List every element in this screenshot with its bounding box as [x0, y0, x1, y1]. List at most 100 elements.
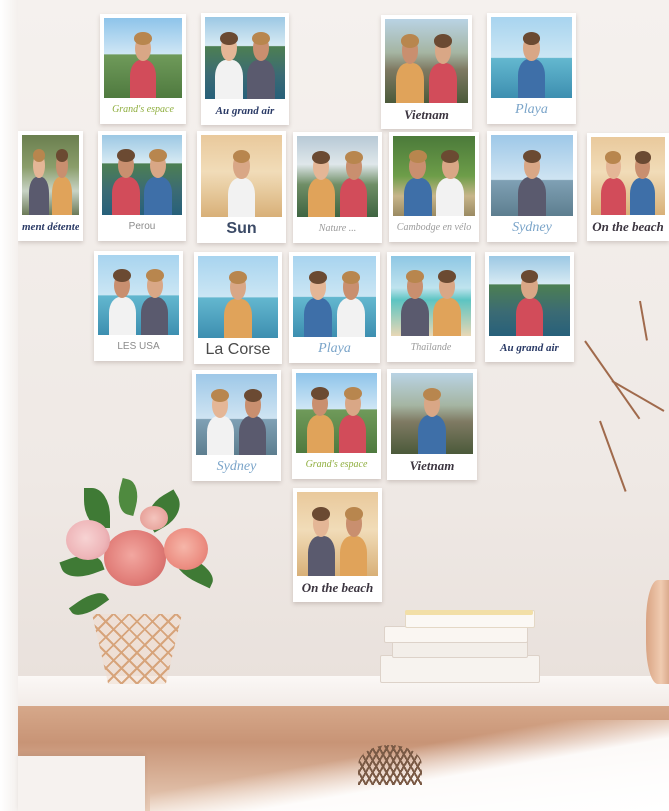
person-body: [238, 416, 267, 455]
person-body: [29, 176, 49, 215]
person-body: [303, 298, 332, 337]
polaroid-photo: Sydney: [487, 131, 577, 242]
polaroid-image: [297, 492, 378, 576]
person-body: [518, 177, 546, 216]
polaroid-image: [201, 135, 282, 217]
polaroid-image: [198, 256, 278, 338]
person-hair: [343, 387, 362, 401]
polaroid-image: [293, 256, 376, 337]
person-body: [433, 297, 461, 336]
person-body: [336, 298, 366, 337]
polaroid-caption: Playa: [318, 341, 351, 356]
person-hair: [229, 270, 247, 284]
polaroid-photo: Sydney: [192, 370, 281, 481]
polaroid-image: [391, 373, 473, 454]
polaroid-caption: ment détente: [22, 221, 79, 233]
polaroid-photo: Playa: [289, 252, 380, 363]
polaroid-image: [205, 17, 285, 99]
polaroid-image: [591, 137, 665, 215]
person-body: [395, 62, 424, 103]
person-hair: [145, 269, 164, 283]
person-body: [515, 297, 544, 336]
person-hair: [312, 150, 331, 164]
person-hair: [344, 150, 363, 164]
person-body: [436, 177, 465, 216]
polaroid-image: [385, 19, 468, 103]
person-body: [338, 414, 367, 453]
polaroid-caption: LES USA: [117, 341, 160, 352]
wicker-ball: [358, 745, 422, 785]
person-hair: [312, 507, 331, 521]
person-body: [112, 176, 140, 215]
person-hair: [149, 149, 167, 163]
polaroid-caption: Sydney: [216, 459, 257, 474]
person-hair: [117, 149, 135, 163]
polaroid-photo: Vietnam: [387, 369, 477, 480]
person-body: [307, 535, 336, 576]
polaroid-caption: Thaïlande: [410, 342, 452, 353]
person-body: [108, 296, 137, 335]
polaroid-caption: On the beach: [301, 580, 374, 595]
polaroid-photo: Cambodge en vélo: [389, 132, 479, 242]
person-hair: [433, 34, 453, 48]
person-hair: [634, 151, 651, 164]
person-body: [215, 59, 243, 99]
person-body: [600, 177, 626, 215]
polaroid-image: [104, 18, 182, 98]
polaroid-image: [98, 255, 179, 335]
person-body: [307, 178, 336, 217]
polaroid-caption: Perou: [128, 221, 156, 232]
polaroid-caption: Sun: [226, 220, 257, 237]
person-body: [247, 59, 275, 99]
polaroid-photo: On the beach: [587, 133, 669, 241]
polaroid-photo: Grand's espace: [100, 14, 186, 124]
polaroid-photo: Nature ...: [293, 132, 382, 243]
person-hair: [408, 150, 427, 164]
person-hair: [344, 507, 363, 521]
polaroid-caption: On the beach: [592, 219, 664, 234]
polaroid-photo: Au grand air: [485, 252, 574, 362]
person-body: [129, 59, 157, 98]
person-body: [339, 178, 368, 217]
polaroid-photo: LES USA: [94, 251, 183, 361]
polaroid-photo: Thaïlande: [387, 252, 475, 362]
polaroid-image: [297, 136, 378, 217]
person-body: [144, 176, 172, 215]
person-body: [52, 176, 72, 215]
polaroid-photo: Grand's espace: [292, 369, 381, 479]
person-body: [630, 177, 656, 215]
copper-vase: [646, 580, 669, 684]
person-body: [428, 62, 458, 103]
person-body: [224, 298, 252, 338]
polaroid-photo: La Corse: [194, 252, 282, 364]
person-hair: [308, 270, 328, 284]
person-hair: [243, 388, 262, 402]
person-hair: [522, 31, 541, 45]
polaroid-caption: La Corse: [205, 341, 271, 358]
polaroid-image: [102, 135, 182, 215]
polaroid-photo: Sun: [197, 131, 286, 243]
polaroid-caption: Au grand air: [215, 105, 275, 117]
white-stool: [18, 756, 145, 811]
person-hair: [406, 270, 424, 284]
polaroid-caption: Grand's espace: [305, 459, 368, 470]
polaroid-photo: On the beach: [293, 488, 382, 602]
person-body: [140, 296, 169, 335]
polaroid-caption: Vietnam: [409, 458, 455, 473]
polaroid-image: [491, 17, 572, 98]
polaroid-photo: Playa: [487, 13, 576, 124]
person-hair: [134, 32, 152, 46]
polaroid-photo: Vietnam: [381, 15, 472, 129]
person-hair: [341, 270, 361, 284]
polaroid-photo: ment détente: [18, 131, 83, 241]
left-edge-band: [0, 0, 18, 811]
polaroid-caption: Grand's espace: [112, 104, 174, 115]
polaroid-image: [393, 136, 475, 216]
person-hair: [522, 149, 541, 163]
person-body: [517, 59, 546, 98]
person-hair: [605, 151, 622, 164]
person-hair: [220, 31, 238, 45]
polaroid-photo: Perou: [98, 131, 186, 241]
person-body: [418, 415, 446, 454]
polaroid-image: [196, 374, 277, 455]
